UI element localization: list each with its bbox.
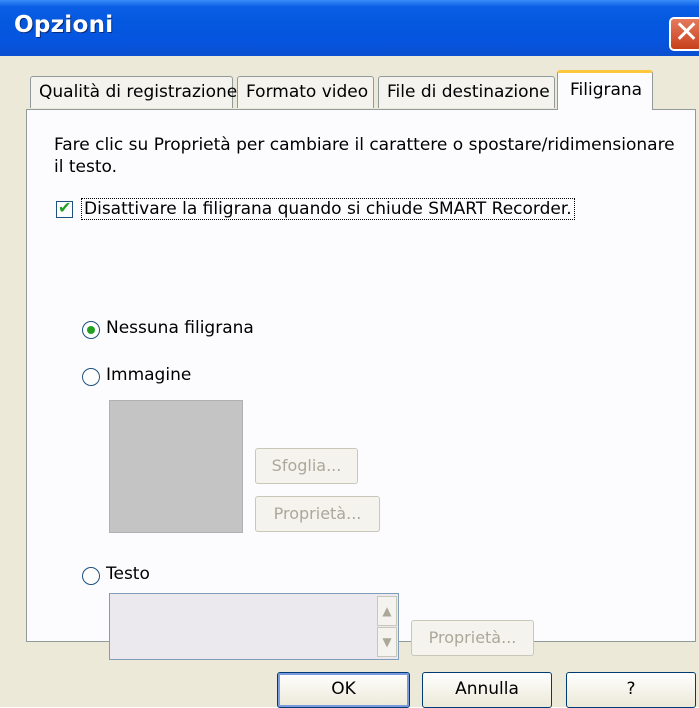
- help-button[interactable]: ?: [566, 672, 696, 708]
- ok-button[interactable]: OK: [277, 672, 410, 708]
- cancel-button[interactable]: Annulla: [422, 672, 552, 708]
- browse-button[interactable]: Sfoglia...: [255, 448, 358, 484]
- radio-image-label[interactable]: Immagine: [106, 365, 191, 385]
- radio-text[interactable]: [82, 567, 100, 585]
- tab-file-destinazione[interactable]: File di destinazione: [378, 76, 555, 108]
- image-properties-button[interactable]: Proprietà...: [255, 496, 380, 532]
- text-properties-button[interactable]: Proprietà...: [411, 620, 534, 656]
- title-bar: Opzioni ✕: [0, 0, 699, 56]
- scroll-down-icon[interactable]: ▼: [377, 627, 397, 657]
- tab-filigrana[interactable]: Filigrana: [557, 70, 653, 110]
- scroll-up-icon[interactable]: ▲: [377, 596, 397, 626]
- disable-watermark-label[interactable]: Disattivare la filigrana quando si chiud…: [81, 198, 575, 220]
- radio-no-watermark[interactable]: [82, 321, 100, 339]
- watermark-text-field[interactable]: ▲ ▼: [109, 593, 399, 660]
- filigrana-panel: Fare clic su Proprietà per cambiare il c…: [26, 109, 696, 660]
- radio-selected-dot: [87, 326, 95, 334]
- close-icon: ✕: [674, 15, 699, 50]
- checkmark-icon: ✔: [58, 198, 72, 217]
- tab-qualita-registrazione[interactable]: Qualità di registrazione: [30, 76, 237, 108]
- image-preview: [109, 400, 243, 533]
- close-button[interactable]: ✕: [669, 15, 699, 51]
- disable-watermark-checkbox[interactable]: ✔: [56, 198, 73, 218]
- radio-image[interactable]: [82, 368, 100, 386]
- description-text: Fare clic su Proprietà per cambiare il c…: [54, 135, 675, 177]
- tab-formato-video[interactable]: Formato video: [237, 76, 374, 108]
- radio-no-watermark-label[interactable]: Nessuna filigrana: [106, 318, 254, 338]
- dialog-client-area: Qualità di registrazione Formato video F…: [0, 56, 699, 708]
- window-title: Opzioni: [14, 12, 114, 38]
- radio-text-label[interactable]: Testo: [106, 564, 150, 584]
